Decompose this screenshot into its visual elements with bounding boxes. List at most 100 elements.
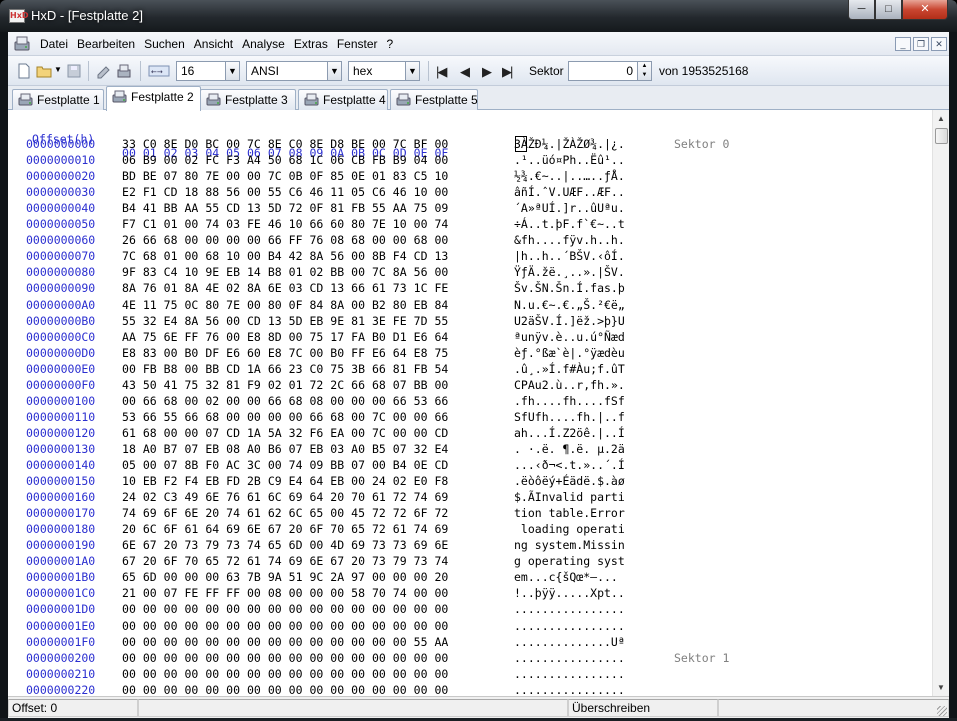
row-offset[interactable]: 0000000160 <box>26 490 95 504</box>
row-hex-bytes[interactable]: 00 00 00 00 00 00 00 00 00 00 00 00 00 0… <box>122 635 448 649</box>
tab-festplatte-3[interactable]: Festplatte 3 <box>200 89 296 110</box>
hxd-app-icon[interactable]: HxD <box>9 9 29 23</box>
row-offset[interactable]: 0000000090 <box>26 281 95 295</box>
status-mode[interactable]: Überschreiben <box>568 699 718 717</box>
row-hex-bytes[interactable]: 00 00 00 00 00 00 00 00 00 00 00 00 00 0… <box>122 683 448 696</box>
row-ascii[interactable]: |h..h..´BŠV.‹ôÍ. <box>514 249 625 263</box>
row-ascii[interactable]: g operating syst <box>514 554 625 568</box>
row-offset[interactable]: 00000000B0 <box>26 314 95 328</box>
row-ascii[interactable]: ................ <box>514 602 625 616</box>
row-offset[interactable]: 0000000120 <box>26 426 95 440</box>
row-ascii[interactable]: âñÍ.ˆV.UÆF..ÆF.. <box>514 185 625 199</box>
row-hex-bytes[interactable]: 67 20 6F 70 65 72 61 74 69 6E 67 20 73 7… <box>122 554 448 568</box>
row-hex-bytes[interactable]: 7C 68 01 00 68 10 00 B4 42 8A 56 00 8B F… <box>122 249 448 263</box>
row-ascii[interactable]: .fh....fh....fSf <box>514 394 625 408</box>
row-offset[interactable]: 0000000130 <box>26 442 95 456</box>
row-ascii[interactable]: U2äŠV.Í.]ëž.>þ}U <box>514 314 625 328</box>
row-hex-bytes[interactable]: 8A 76 01 8A 4E 02 8A 6E 03 CD 13 66 61 7… <box>122 281 448 295</box>
row-hex-bytes[interactable]: 21 00 07 FE FF FF 00 08 00 00 00 58 70 7… <box>122 586 448 600</box>
disk-document-icon[interactable] <box>13 36 31 52</box>
row-hex-bytes[interactable]: E2 F1 CD 18 88 56 00 55 C6 46 11 05 C6 4… <box>122 185 448 199</box>
save-icon[interactable] <box>66 63 82 79</box>
tab-festplatte-1[interactable]: Festplatte 1 <box>12 89 104 110</box>
row-ascii[interactable]: tion table.Error <box>514 506 625 520</box>
row-offset[interactable]: 0000000180 <box>26 522 95 536</box>
scroll-down-icon[interactable]: ▼ <box>933 679 949 696</box>
row-offset[interactable]: 0000000010 <box>26 153 95 167</box>
row-ascii[interactable]: Šv.ŠN.Šn.Í.fas.þ <box>514 281 625 295</box>
row-offset[interactable]: 00000000A0 <box>26 298 95 312</box>
row-hex-bytes[interactable]: 00 66 68 00 02 00 00 66 68 08 00 00 00 6… <box>122 394 448 408</box>
tab-festplatte-2[interactable]: Festplatte 2 <box>106 86 201 111</box>
row-hex-bytes[interactable]: 10 EB F2 F4 EB FD 2B C9 E4 64 EB 00 24 0… <box>122 474 448 488</box>
row-offset[interactable]: 00000001C0 <box>26 586 95 600</box>
row-ascii[interactable]: ½¾.€~..|..…..ƒÅ. <box>514 169 625 183</box>
row-hex-bytes[interactable]: 53 66 55 66 68 00 00 00 00 66 68 00 7C 0… <box>122 410 448 424</box>
menu-item-suchen[interactable]: Suchen <box>144 37 185 51</box>
previous-sector-icon[interactable]: ◀ <box>460 64 470 80</box>
row-ascii[interactable]: ÷Á..t.þF.f`€~..t <box>514 217 625 231</box>
menu-item-help[interactable]: ? <box>387 37 394 51</box>
row-offset[interactable]: 0000000100 <box>26 394 95 408</box>
row-ascii[interactable]: CPAu2.ù..r,fh.». <box>514 378 625 392</box>
next-sector-icon[interactable]: ▶ <box>482 64 492 80</box>
row-ascii[interactable]: .û¸.»Í.f#Àu;f.ûT <box>514 362 625 376</box>
row-hex-bytes[interactable]: B4 41 BB AA 55 CD 13 5D 72 0F 81 FB 55 A… <box>122 201 448 215</box>
row-hex-bytes[interactable]: 06 B9 00 02 FC F3 A4 50 68 1C 06 CB FB B… <box>122 153 448 167</box>
bytes-per-row-select[interactable]: 16 ▼ <box>176 61 240 81</box>
menu-item-analyse[interactable]: Analyse <box>242 37 285 51</box>
menu-item-extras[interactable]: Extras <box>294 37 328 51</box>
row-offset[interactable]: 00000000E0 <box>26 362 95 376</box>
row-ascii[interactable]: 3ÀŽÐ¼.|ŽÀŽØ¾.|¿. <box>514 137 625 151</box>
row-hex-bytes[interactable]: 00 00 00 00 00 00 00 00 00 00 00 00 00 0… <box>122 667 448 681</box>
row-hex-bytes[interactable]: 18 A0 B7 07 EB 08 A0 B6 07 EB 03 A0 B5 0… <box>122 442 448 456</box>
sector-input[interactable]: 0 ▲ ▼ <box>568 61 652 81</box>
row-offset[interactable]: 0000000030 <box>26 185 95 199</box>
menu-item-ansicht[interactable]: Ansicht <box>194 37 233 51</box>
properties-icon[interactable] <box>96 63 112 79</box>
row-offset[interactable]: 0000000060 <box>26 233 95 247</box>
new-file-icon[interactable] <box>16 63 32 79</box>
row-offset[interactable]: 0000000110 <box>26 410 95 424</box>
row-ascii[interactable]: ng system.Missin <box>514 538 625 552</box>
row-hex-bytes[interactable]: 00 00 00 00 00 00 00 00 00 00 00 00 00 0… <box>122 619 448 633</box>
row-hex-bytes[interactable]: 6E 67 20 73 79 73 74 65 6D 00 4D 69 73 7… <box>122 538 448 552</box>
row-offset[interactable]: 0000000080 <box>26 265 95 279</box>
row-ascii[interactable]: loading operati <box>514 522 625 536</box>
row-hex-bytes[interactable]: AA 75 6E FF 76 00 E8 8D 00 75 17 FA B0 D… <box>122 330 448 344</box>
hex-editor[interactable]: Offset(h) 00 01 02 03 04 05 06 07 08 09 … <box>8 110 949 696</box>
charset-select[interactable]: ANSI ▼ <box>246 61 342 81</box>
row-ascii[interactable]: &fh....fÿv.h..h. <box>514 233 625 247</box>
mdi-restore-button[interactable]: ❐ <box>913 37 929 51</box>
row-ascii[interactable]: . ·.ë. ¶.ë. µ.2ä <box>514 442 625 456</box>
row-hex-bytes[interactable]: 43 50 41 75 32 81 F9 02 01 72 2C 66 68 0… <box>122 378 448 392</box>
row-hex-bytes[interactable]: 61 68 00 00 07 CD 1A 5A 32 F6 EA 00 7C 0… <box>122 426 448 440</box>
open-disk-icon[interactable] <box>116 63 132 79</box>
row-offset[interactable]: 0000000190 <box>26 538 95 552</box>
row-hex-bytes[interactable]: 9F 83 C4 10 9E EB 14 B8 01 02 BB 00 7C 8… <box>122 265 448 279</box>
row-offset[interactable]: 00000000F0 <box>26 378 95 392</box>
row-hex-bytes[interactable]: 4E 11 75 0C 80 7E 00 80 0F 84 8A 00 B2 8… <box>122 298 448 312</box>
chevron-down-icon[interactable]: ▼ <box>327 62 341 80</box>
row-ascii[interactable]: $.ÃInvalid parti <box>514 490 625 504</box>
row-ascii[interactable]: .¹..üó¤Ph..Ëû¹.. <box>514 153 625 167</box>
row-ascii[interactable]: ah...Í.Z2öê.|..Í <box>514 426 625 440</box>
tab-festplatte-5[interactable]: Festplatte 5 <box>390 89 478 110</box>
title-bar[interactable]: HxD HxD - [Festplatte 2] ─ □ ✕ <box>0 0 957 32</box>
row-ascii[interactable]: èƒ.°ßæ`è|.°ÿædèu <box>514 346 625 360</box>
menu-item-fenster[interactable]: Fenster <box>337 37 378 51</box>
row-offset[interactable]: 0000000040 <box>26 201 95 215</box>
row-ascii[interactable]: ................ <box>514 667 625 681</box>
mdi-close-button[interactable]: ✕ <box>931 37 947 51</box>
maximize-button[interactable]: □ <box>875 0 902 20</box>
row-offset[interactable]: 0000000210 <box>26 667 95 681</box>
row-ascii[interactable]: ªunÿv.è..u.ú°Ñæd <box>514 330 625 344</box>
row-offset[interactable]: 00000001E0 <box>26 619 95 633</box>
row-ascii[interactable]: ..............Uª <box>514 635 625 649</box>
row-offset[interactable]: 00000001F0 <box>26 635 95 649</box>
chevron-down-icon[interactable]: ▼ <box>225 62 239 80</box>
sector-spinner[interactable]: ▲ ▼ <box>637 62 651 80</box>
row-offset[interactable]: 0000000140 <box>26 458 95 472</box>
row-hex-bytes[interactable]: 20 6C 6F 61 64 69 6E 67 20 6F 70 65 72 6… <box>122 522 448 536</box>
row-ascii[interactable]: SfUfh....fh.|..f <box>514 410 625 424</box>
